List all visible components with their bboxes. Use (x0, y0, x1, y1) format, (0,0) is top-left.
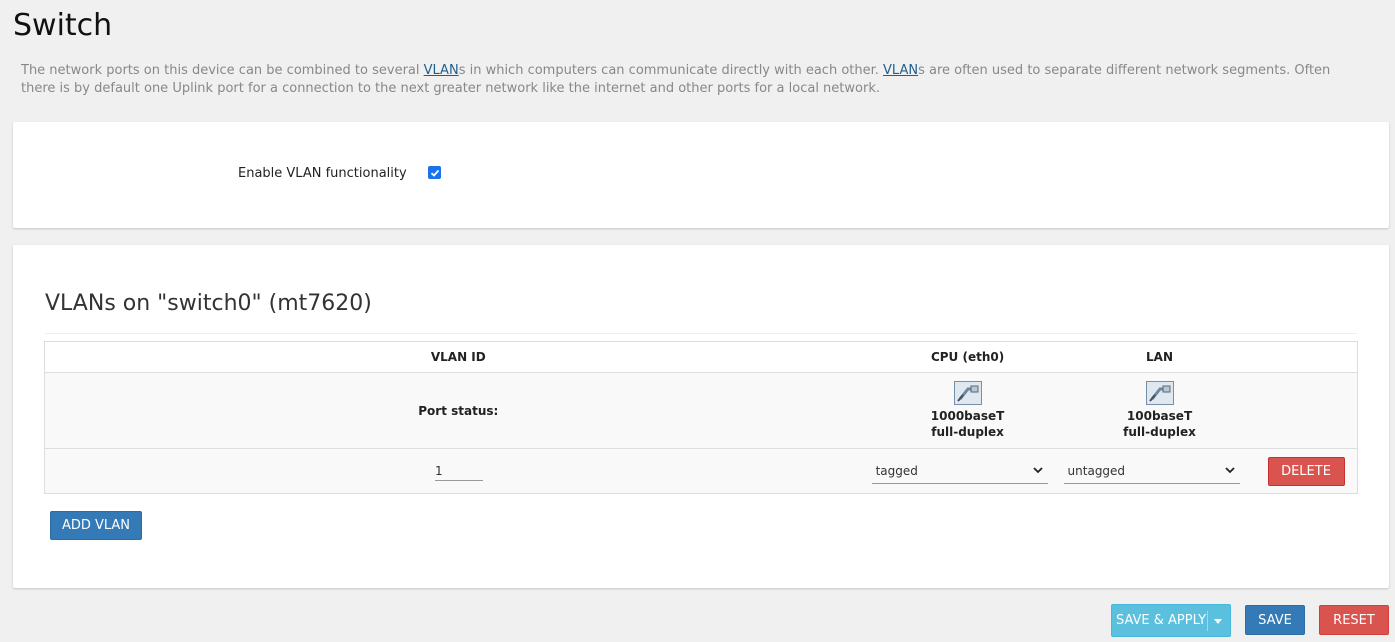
checkmark-icon (430, 169, 439, 177)
section-divider (45, 333, 1357, 334)
table-row: tagged untagged DELETE (44, 448, 1358, 494)
ethernet-port-icon (1145, 381, 1174, 405)
description-text: The network ports on this device can be … (21, 63, 424, 78)
caret-down-icon[interactable] (1214, 619, 1222, 624)
column-header-actions (1256, 342, 1358, 373)
chevron-down-icon (1224, 467, 1235, 474)
chevron-down-icon (1032, 467, 1043, 474)
port-duplex: full-duplex (931, 425, 1004, 439)
add-vlan-button[interactable]: ADD VLAN (50, 511, 142, 540)
vlan-id-input[interactable] (435, 461, 483, 481)
column-header-cpu: CPU (eth0) (930, 350, 1005, 364)
reset-button[interactable]: RESET (1319, 605, 1389, 635)
ethernet-port-icon (953, 381, 982, 405)
save-apply-button[interactable]: SAVE & APPLY (1111, 604, 1231, 637)
port-status-label: Port status: (418, 403, 499, 418)
vlan-table: VLAN ID CPU (eth0) LAN Port status: 1000… (44, 341, 1358, 494)
enable-vlan-label: Enable VLAN functionality (238, 166, 407, 181)
description-text: s in which computers can communicate dir… (458, 63, 884, 78)
table-header-row: VLAN ID CPU (eth0) LAN (44, 341, 1358, 373)
cpu-tagging-select[interactable]: tagged (871, 458, 1048, 484)
split-divider (1207, 611, 1208, 631)
delete-vlan-button[interactable]: DELETE (1267, 456, 1345, 486)
enable-vlan-checkbox[interactable] (428, 166, 441, 179)
actions-cell: DELETE (1256, 449, 1358, 494)
port-status-lan: 100baseT full-duplex (1064, 373, 1256, 449)
column-header-vlan-id: VLAN ID (430, 350, 486, 364)
vlan-link[interactable]: VLAN (424, 63, 459, 78)
vlan-link[interactable]: VLAN (883, 63, 918, 78)
selected-value: untagged (1067, 463, 1126, 478)
vlan-card: VLANs on "switch0" (mt7620) VLAN ID CPU … (13, 245, 1389, 588)
save-button[interactable]: SAVE (1245, 605, 1305, 635)
save-apply-label: SAVE & APPLY (1115, 613, 1207, 628)
column-header-lan: LAN (1146, 350, 1174, 364)
options-card: Enable VLAN functionality (13, 122, 1389, 228)
vlan-id-cell (45, 449, 872, 494)
page-title: Switch (13, 8, 113, 43)
selected-value: tagged (875, 463, 918, 478)
port-speed: 1000baseT (930, 409, 1005, 423)
port-status-cpu: 1000baseT full-duplex (872, 373, 1064, 449)
port-speed: 100baseT (1126, 409, 1193, 423)
lan-tagging-select[interactable]: untagged (1063, 458, 1240, 484)
page-description: The network ports on this device can be … (21, 62, 1366, 98)
port-status-row: Port status: 1000baseT full-duplex 100ba… (44, 372, 1358, 449)
cpu-select-cell: tagged (871, 449, 1064, 494)
lan-select-cell: untagged (1063, 449, 1256, 494)
port-duplex: full-duplex (1123, 425, 1196, 439)
vlan-section-title: VLANs on "switch0" (mt7620) (45, 291, 372, 316)
